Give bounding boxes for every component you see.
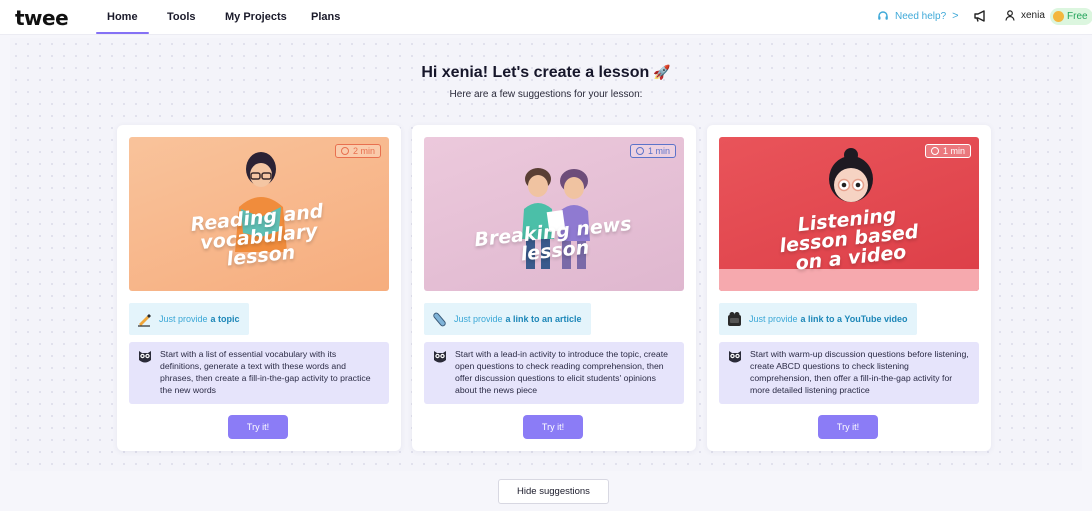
paperclip-icon xyxy=(433,312,446,326)
twee-logo[interactable]: twee xyxy=(15,6,69,30)
rocket-icon: 🚀 xyxy=(653,64,671,80)
clock-icon xyxy=(340,147,349,155)
lesson-description: Start with a list of essential vocabular… xyxy=(129,342,389,404)
duration-chip: 1 min xyxy=(629,144,676,158)
tab-my-projects[interactable]: My Projects xyxy=(225,11,287,23)
lesson-card-news: Breaking news lesson 1 min Just provide a… xyxy=(412,125,696,451)
tab-tools[interactable]: Tools xyxy=(167,11,196,23)
description-text: Start with warm-up discussion questions … xyxy=(750,349,969,395)
duration-label: 2 min xyxy=(352,146,375,156)
owl-icon xyxy=(729,351,741,363)
page-subtitle: Here are a few suggestions for your less… xyxy=(449,89,643,100)
chevron-right-icon: > xyxy=(952,10,959,22)
need-help-link[interactable]: Need help? > xyxy=(877,10,959,22)
try-it-button[interactable]: Try it! xyxy=(523,415,583,439)
lesson-card-listening: Listening lesson based on a video 1 min … xyxy=(707,125,991,451)
clock-icon xyxy=(930,147,939,155)
duration-label: 1 min xyxy=(647,146,670,156)
pencil-icon xyxy=(138,313,151,327)
provide-bold: a topic xyxy=(210,314,240,324)
lesson-description: Start with warm-up discussion questions … xyxy=(719,342,979,404)
top-navigation-bar: twee Home Tools My Projects Plans Need h… xyxy=(0,0,1092,35)
user-icon xyxy=(1005,10,1015,21)
try-it-button[interactable]: Try it! xyxy=(228,415,288,439)
film-icon xyxy=(728,311,741,326)
page-title: Hi xenia! Let's create a lesson 🚀 xyxy=(0,64,1092,82)
plan-badge[interactable]: Free xyxy=(1050,8,1092,25)
tab-plans[interactable]: Plans xyxy=(311,11,340,23)
lesson-description: Start with a lead-in activity to introdu… xyxy=(424,342,684,404)
try-it-button[interactable]: Try it! xyxy=(818,415,878,439)
lesson-card-reading: Reading and vocabulary lesson 2 min Just… xyxy=(117,125,401,451)
provide-hint: Just provide a link to a YouTube video xyxy=(719,303,917,335)
tab-home[interactable]: Home xyxy=(96,11,148,34)
provide-bold: a link to an article xyxy=(505,314,582,324)
card-image-title: Reading and vocabulary lesson xyxy=(129,196,389,280)
duration-chip: 2 min xyxy=(334,144,381,158)
plan-badge-label: Free xyxy=(1067,11,1088,22)
duration-label: 1 min xyxy=(942,146,965,156)
provide-prefix: Just provide xyxy=(454,314,503,324)
provide-bold: a link to a YouTube video xyxy=(800,314,908,324)
smiley-icon xyxy=(1053,11,1064,22)
hide-suggestions-button[interactable]: Hide suggestions xyxy=(498,479,609,504)
description-text: Start with a lead-in activity to introdu… xyxy=(455,349,668,395)
need-help-label: Need help? xyxy=(895,10,947,22)
headset-icon xyxy=(878,11,888,20)
card-image-reading: Reading and vocabulary lesson 2 min xyxy=(129,137,389,291)
user-menu[interactable]: xenia xyxy=(1005,10,1045,21)
provide-prefix: Just provide xyxy=(159,314,208,324)
owl-icon xyxy=(434,351,446,363)
provide-prefix: Just provide xyxy=(749,314,798,324)
provide-hint: Just provide a link to an article xyxy=(424,303,591,335)
page-title-text: Hi xenia! Let's create a lesson xyxy=(421,64,650,81)
owl-icon xyxy=(139,351,151,363)
provide-hint: Just provide a topic xyxy=(129,303,249,335)
duration-chip: 1 min xyxy=(924,144,971,158)
username-label: xenia xyxy=(1021,10,1045,21)
card-image-listening: Listening lesson based on a video 1 min xyxy=(719,137,979,291)
description-text: Start with a list of essential vocabular… xyxy=(160,349,371,395)
card-image-news: Breaking news lesson 1 min xyxy=(424,137,684,291)
megaphone-icon[interactable] xyxy=(973,9,987,23)
clock-icon xyxy=(635,147,644,155)
